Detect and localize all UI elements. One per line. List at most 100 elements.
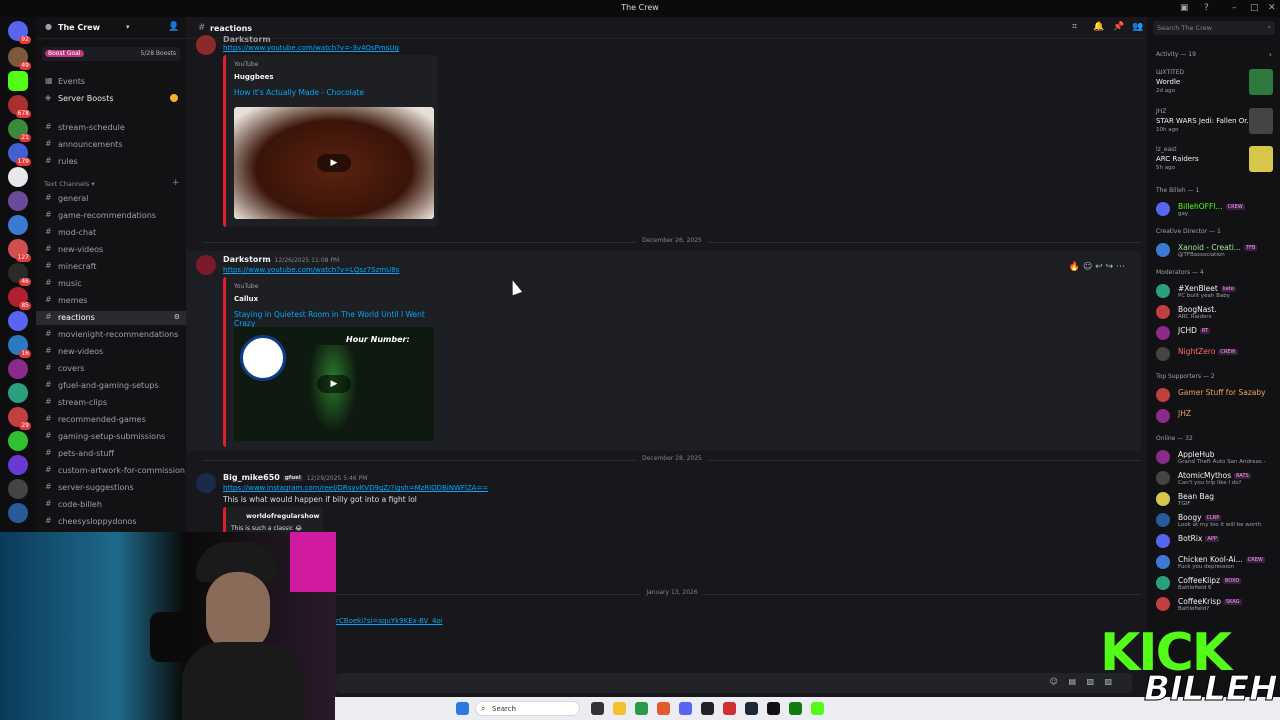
member-item[interactable]: Boogy CLRP Look at my bio it will be worth: [1153, 510, 1277, 530]
emoji-icon[interactable]: ☺: [1050, 677, 1058, 686]
member-item[interactable]: Gamer Stuff for Sazaby: [1153, 385, 1277, 405]
nav-server-boosts[interactable]: ◈ Server Boosts: [36, 92, 186, 106]
embed-title[interactable]: How it's Actually Made - Chocolate: [234, 88, 364, 97]
channel-item[interactable]: # gfuel-and-gaming-setups: [36, 379, 186, 393]
embed-author[interactable]: Huggbees: [234, 73, 274, 81]
channel-item[interactable]: # stream-clips: [36, 396, 186, 410]
server-icon[interactable]: [8, 215, 28, 235]
avatar[interactable]: [196, 473, 216, 493]
server-icon[interactable]: 179: [8, 143, 31, 166]
server-icon[interactable]: [8, 503, 28, 523]
message-input[interactable]: ☺ ▤ ▧ ▨: [336, 673, 1132, 693]
channel-item[interactable]: # covers: [36, 362, 186, 376]
server-header[interactable]: ● The Crew ▾ 👤: [36, 17, 186, 39]
message-link[interactable]: https://www.youtube.com/watch?v=LQsz7Szm…: [223, 266, 399, 274]
nav-events[interactable]: ▦ Events: [36, 75, 186, 89]
steam-icon[interactable]: [745, 702, 758, 715]
member-item[interactable]: BotRix APP: [1153, 531, 1277, 551]
server-icon[interactable]: 85: [8, 287, 31, 310]
server-icon[interactable]: [8, 359, 28, 379]
emoji-reaction-icon[interactable]: ☺: [1083, 262, 1092, 272]
server-icon[interactable]: [8, 431, 28, 451]
chrome-icon[interactable]: [635, 702, 648, 715]
channel-item[interactable]: # rules: [36, 155, 186, 169]
help-icon[interactable]: ?: [1204, 3, 1209, 13]
channel-item[interactable]: # memes: [36, 294, 186, 308]
server-icon[interactable]: 29: [8, 407, 31, 430]
channel-item[interactable]: # custom-artwork-for-commission: [36, 464, 186, 478]
message-author[interactable]: Darkstorm 12/26/2025 11:08 PM: [223, 255, 339, 264]
search-input[interactable]: Search The Crew ⌕: [1153, 21, 1275, 35]
channel-item[interactable]: # pets-and-stuff: [36, 447, 186, 461]
minimize-icon[interactable]: –: [1232, 3, 1237, 13]
server-icon[interactable]: 21: [8, 119, 31, 142]
kick-icon[interactable]: [811, 702, 824, 715]
member-item[interactable]: NightZero CREW: [1153, 344, 1277, 364]
close-icon[interactable]: ✕: [1268, 3, 1276, 13]
server-icon[interactable]: [8, 311, 28, 331]
terminal-icon[interactable]: [701, 702, 714, 715]
avatar[interactable]: [196, 35, 216, 55]
server-icon[interactable]: [8, 191, 28, 211]
activity-card[interactable]: JHZ STAR WARS Jedi: Fallen Or... 10h ago: [1153, 106, 1275, 140]
server-icon[interactable]: 678: [8, 95, 31, 118]
video-thumbnail[interactable]: ▶: [234, 107, 434, 219]
server-icon[interactable]: [8, 455, 28, 475]
fire-reaction-icon[interactable]: 🔥: [1069, 262, 1080, 272]
channel-item[interactable]: # movienight-recommendations: [36, 328, 186, 342]
server-icon[interactable]: [8, 383, 28, 403]
member-item[interactable]: AtomicMythos RATS Can't you trip like I do…: [1153, 468, 1277, 488]
activity-card[interactable]: ШXТITED Wordle 2d ago: [1153, 67, 1275, 101]
member-item[interactable]: BillehOFFI... CREW gay: [1153, 199, 1277, 219]
message-link[interactable]: rCBoeki?si=squYk9KEx-BV_4oi: [336, 617, 443, 625]
server-icon[interactable]: [8, 71, 28, 91]
app-icon[interactable]: [723, 702, 736, 715]
server-icon[interactable]: [8, 479, 28, 499]
channel-item[interactable]: # mod-chat: [36, 226, 186, 240]
add-user-icon[interactable]: 👤: [168, 22, 179, 32]
play-icon[interactable]: ▶: [317, 375, 351, 393]
video-thumbnail[interactable]: Hour Number: ▶: [234, 327, 434, 441]
embed-author[interactable]: Callux: [234, 295, 258, 303]
chevron-right-icon[interactable]: ›: [1269, 50, 1272, 59]
channel-item[interactable]: # cheesysloppydonos: [36, 515, 186, 529]
xbox-icon[interactable]: [789, 702, 802, 715]
play-icon[interactable]: ▶: [317, 154, 351, 172]
task-view-icon[interactable]: [591, 702, 604, 715]
member-item[interactable]: CoffeeKrisp SKAG Battlefield?: [1153, 594, 1277, 614]
message-link[interactable]: https://www.youtube.com/watch?v=-3v4OsPm…: [223, 44, 399, 52]
channel-item[interactable]: # code-billeh: [36, 498, 186, 512]
channel-item[interactable]: # gaming-setup-submissions: [36, 430, 186, 444]
home-icon[interactable]: 92: [8, 21, 31, 44]
obs-icon[interactable]: [767, 702, 780, 715]
member-item[interactable]: Bean Bag TGIF: [1153, 489, 1277, 509]
channel-item[interactable]: # game-recommendations: [36, 209, 186, 223]
channel-item[interactable]: # new-videos: [36, 243, 186, 257]
message-author[interactable]: Darkstorm: [223, 35, 271, 44]
add-channel-icon[interactable]: +: [172, 178, 180, 188]
member-item[interactable]: BoogNast. ARC Raiders: [1153, 302, 1277, 322]
embed-author[interactable]: worldofregularshow: [246, 512, 320, 520]
channel-item[interactable]: # server-suggestions: [36, 481, 186, 495]
message-author[interactable]: Big_mike650 gfuel 12/29/2025 5:46 PM: [223, 473, 367, 482]
inbox-icon[interactable]: ▣: [1180, 3, 1189, 13]
boost-goal[interactable]: Boost Goal 5/28 Boosts: [42, 47, 180, 61]
channel-settings-icon[interactable]: ⚙: [174, 313, 180, 321]
channel-item[interactable]: # reactions ⚙: [36, 311, 186, 325]
channel-item[interactable]: # music: [36, 277, 186, 291]
channel-item[interactable]: # new-videos: [36, 345, 186, 359]
channel-item[interactable]: # stream-schedule: [36, 121, 186, 135]
server-icon[interactable]: 127: [8, 239, 31, 262]
discord-icon[interactable]: [679, 702, 692, 715]
reply-icon[interactable]: ↩: [1095, 262, 1103, 272]
member-item[interactable]: Xanoid - Creati... TFB @TFBassociation: [1153, 240, 1277, 260]
member-item[interactable]: AppleHub Grand Theft Auto San Andreas -: [1153, 447, 1277, 467]
maximize-icon[interactable]: □: [1250, 3, 1259, 13]
windows-start-icon[interactable]: [456, 702, 469, 715]
gif-icon[interactable]: ▤: [1068, 677, 1076, 686]
taskbar-search[interactable]: ⌕ Search: [475, 701, 580, 716]
server-icon[interactable]: 46: [8, 263, 31, 286]
member-item[interactable]: Chicken Kool-Ai... CREW Fuck you depressio…: [1153, 552, 1277, 572]
embed-title[interactable]: Staying in Quietest Room in The World Un…: [234, 310, 438, 328]
sticker-icon[interactable]: ▧: [1086, 677, 1094, 686]
